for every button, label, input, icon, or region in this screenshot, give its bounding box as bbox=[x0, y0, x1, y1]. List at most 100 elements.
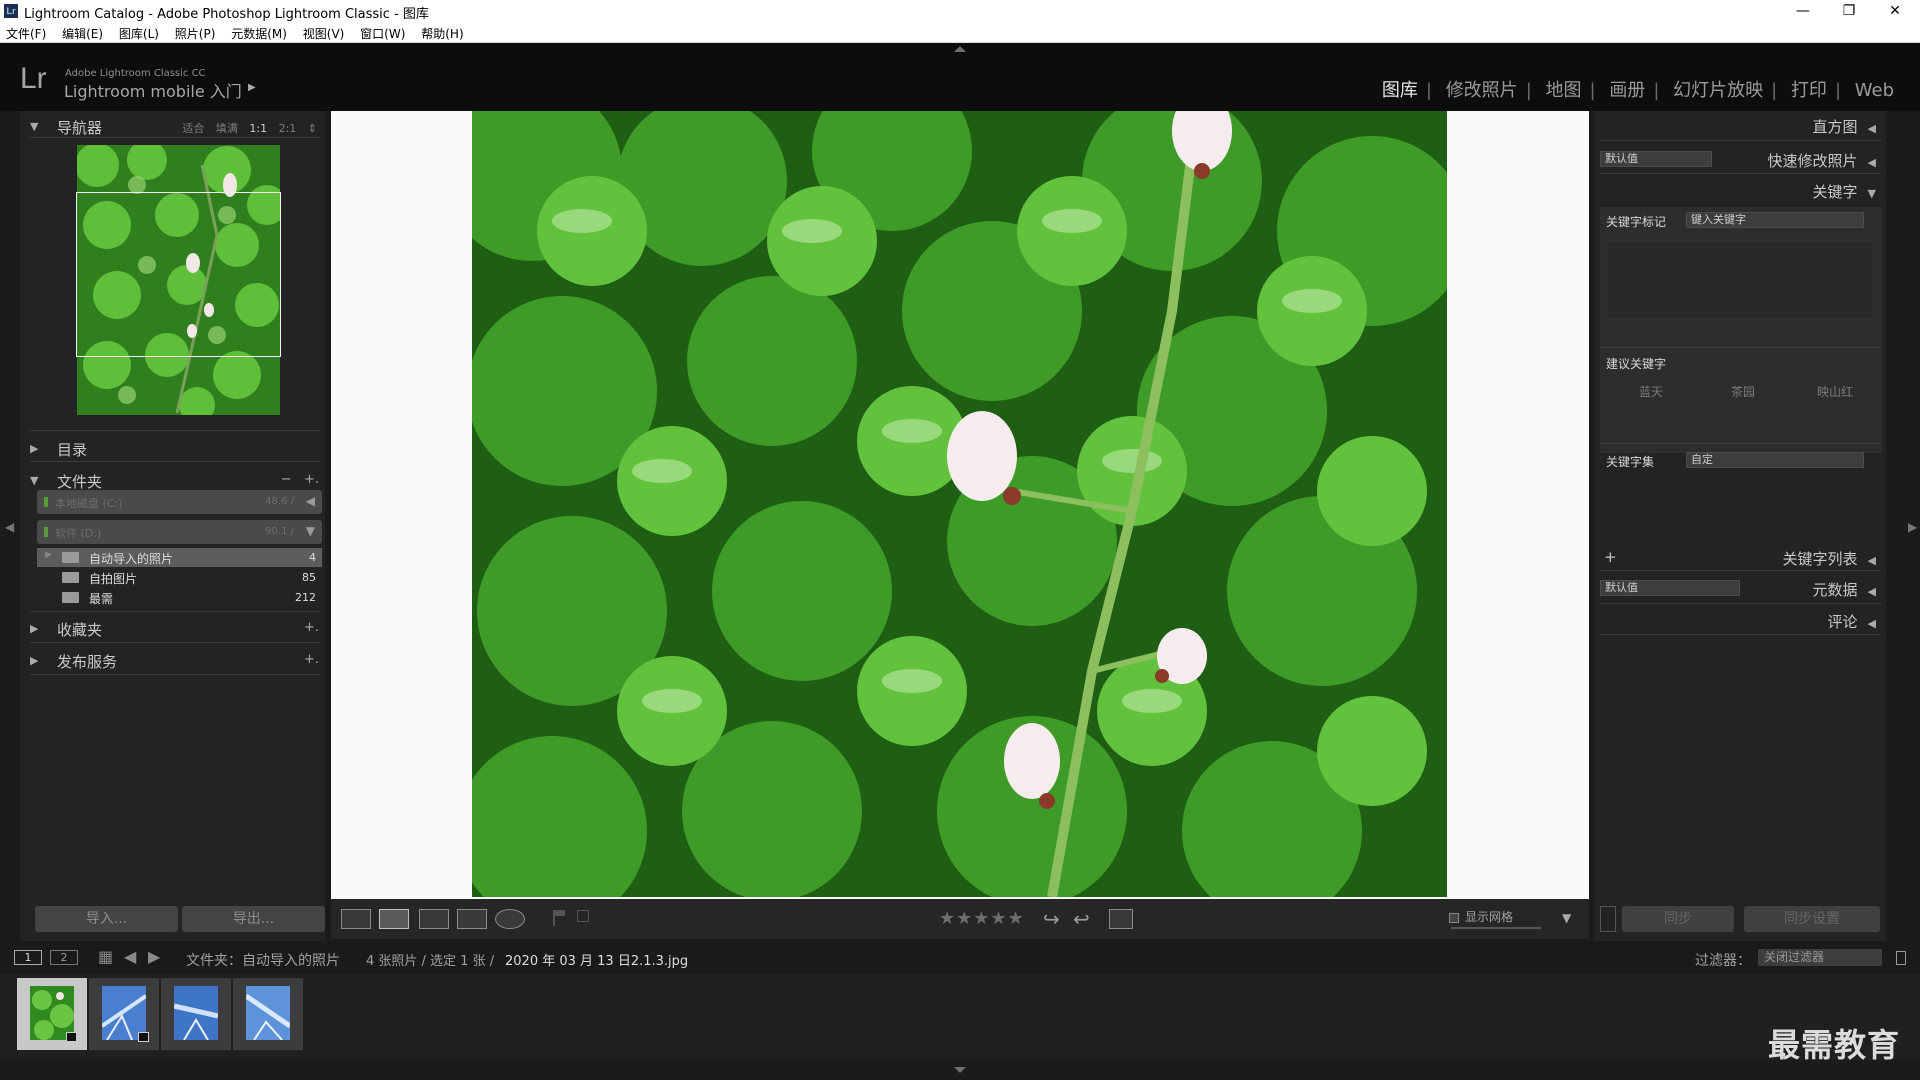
filmstrip bbox=[0, 974, 1920, 1073]
keyword-set-select[interactable]: 自定 bbox=[1686, 452, 1864, 468]
collapse-left-panel-icon[interactable]: ◀ bbox=[5, 520, 14, 534]
sync-button[interactable]: 同步 bbox=[1622, 906, 1734, 932]
comments-header[interactable]: 评论 ◀ bbox=[1828, 611, 1876, 632]
zoom-stepper-icon[interactable]: ⇕ bbox=[308, 122, 317, 135]
lightroom-mobile-link[interactable]: Lightroom mobile 入门 bbox=[64, 78, 242, 102]
quick-develop-preset-select[interactable]: 默认值 bbox=[1600, 151, 1712, 167]
module-slideshow[interactable]: 幻灯片放映 bbox=[1665, 80, 1771, 101]
module-web[interactable]: Web bbox=[1847, 80, 1902, 101]
zoom-fit[interactable]: 适合 bbox=[182, 122, 204, 135]
collapse-top-panel-icon[interactable] bbox=[954, 46, 966, 52]
menu-metadata[interactable]: 元数据(M) bbox=[225, 22, 293, 42]
module-develop[interactable]: 修改照片 bbox=[1438, 80, 1526, 101]
suggested-keyword[interactable]: 蓝天 bbox=[1606, 383, 1696, 400]
flag-icon[interactable] bbox=[553, 910, 565, 926]
filmstrip-thumbnail[interactable] bbox=[233, 978, 303, 1050]
filter-select[interactable]: 关闭过滤器 bbox=[1758, 949, 1882, 966]
folder-expand-icon[interactable]: ▶ bbox=[45, 550, 52, 560]
collections-header[interactable]: ▶ 收藏夹 +. bbox=[20, 615, 325, 643]
sync-settings-button[interactable]: 同步设置 bbox=[1744, 906, 1880, 932]
metadata-header[interactable]: 元数据 ◀ bbox=[1813, 579, 1876, 600]
secondary-window-button[interactable]: 2 bbox=[50, 950, 78, 965]
histogram-header[interactable]: 直方图 ◀ bbox=[1813, 116, 1876, 137]
folder-icon bbox=[62, 552, 79, 563]
menu-help[interactable]: 帮助(H) bbox=[415, 22, 469, 42]
forward-arrow-icon[interactable]: ▶ bbox=[148, 947, 160, 966]
window-titlebar: Lr Lightroom Catalog - Adobe Photoshop L… bbox=[0, 0, 1920, 22]
module-book[interactable]: 画册 bbox=[1601, 80, 1653, 101]
edited-badge-icon bbox=[138, 1032, 149, 1042]
auto-sync-toggle[interactable] bbox=[1600, 906, 1616, 932]
main-photo[interactable] bbox=[472, 111, 1447, 897]
folder-item[interactable]: ▶ 自动导入的照片 4 bbox=[37, 548, 322, 567]
survey-view-icon[interactable] bbox=[457, 909, 487, 929]
grid-slider[interactable] bbox=[1451, 927, 1541, 929]
zoom-fill[interactable]: 填满 bbox=[216, 122, 238, 135]
add-keyword-button[interactable]: + bbox=[1604, 548, 1617, 566]
rotate-right-icon[interactable]: ↩ bbox=[1073, 907, 1090, 931]
zoom-1-1[interactable]: 1:1 bbox=[249, 122, 267, 135]
folder-name: 自拍图片 bbox=[89, 572, 138, 586]
keyword-tags-select[interactable]: 键入关键字 bbox=[1686, 212, 1864, 228]
filter-lock-icon[interactable] bbox=[1896, 951, 1906, 965]
folder-item[interactable]: 自拍图片 85 bbox=[37, 568, 322, 587]
keyword-list-header[interactable]: 关键字列表 ◀ bbox=[1783, 548, 1876, 569]
play-arrow-icon[interactable]: ▶ bbox=[248, 82, 256, 93]
import-button[interactable]: 导入... bbox=[35, 906, 178, 932]
add-folder-button[interactable]: +. bbox=[304, 472, 319, 487]
menu-library[interactable]: 图库(L) bbox=[113, 22, 165, 42]
volume-c[interactable]: 本地磁盘 (C:) 48.6 / ◀ bbox=[37, 490, 322, 514]
grid-icon[interactable]: ▦ bbox=[98, 947, 113, 966]
menu-window[interactable]: 窗口(W) bbox=[354, 22, 411, 42]
reject-flag-icon[interactable] bbox=[577, 910, 589, 922]
loupe-view-icon[interactable] bbox=[379, 909, 409, 929]
volume-d[interactable]: 软件 (D:) 90.1 / ▼ bbox=[37, 520, 322, 544]
module-map[interactable]: 地图 bbox=[1538, 80, 1590, 101]
volume-toggle-icon[interactable]: ◀ bbox=[306, 494, 315, 508]
menu-photo[interactable]: 照片(P) bbox=[169, 22, 222, 42]
catalog-header[interactable]: ▶ 目录 bbox=[20, 435, 325, 463]
collapse-filmstrip-icon[interactable] bbox=[954, 1067, 966, 1073]
metadata-preset-select[interactable]: 默认值 bbox=[1600, 580, 1740, 596]
collapse-right-panel-icon[interactable]: ▶ bbox=[1908, 520, 1917, 534]
show-grid-toggle[interactable]: 显示网格 bbox=[1449, 908, 1513, 925]
remove-folder-button[interactable]: − bbox=[281, 472, 292, 487]
module-library[interactable]: 图库 bbox=[1374, 80, 1426, 101]
keywording-header[interactable]: 关键字 ▼ bbox=[1813, 181, 1876, 202]
grid-view-icon[interactable] bbox=[341, 909, 371, 929]
maximize-button[interactable]: ❐ bbox=[1826, 0, 1872, 22]
filmstrip-thumbnail[interactable] bbox=[161, 978, 231, 1050]
export-button[interactable]: 导出... bbox=[182, 906, 325, 932]
menu-edit[interactable]: 编辑(E) bbox=[56, 22, 109, 42]
publish-services-header[interactable]: ▶ 发布服务 +. bbox=[20, 647, 325, 675]
star-rating[interactable]: ★★★★★ bbox=[939, 908, 1025, 929]
suggested-keyword[interactable]: 映山红 bbox=[1790, 383, 1880, 400]
folder-item[interactable]: 最需 212 bbox=[37, 588, 322, 607]
keyword-tags-textarea[interactable] bbox=[1606, 241, 1874, 319]
minimize-button[interactable]: — bbox=[1780, 0, 1826, 22]
module-print[interactable]: 打印 bbox=[1783, 80, 1835, 101]
checkbox-icon[interactable] bbox=[1449, 912, 1459, 923]
volume-toggle-icon[interactable]: ▼ bbox=[306, 524, 315, 538]
navigator-zoom-rectangle[interactable] bbox=[76, 192, 281, 357]
close-button[interactable]: ✕ bbox=[1872, 0, 1918, 22]
menu-view[interactable]: 视图(V) bbox=[297, 22, 351, 42]
menu-file[interactable]: 文件(F) bbox=[0, 22, 52, 42]
selected-filename[interactable]: 2020 年 03 月 13 日2.1.3.jpg bbox=[505, 950, 688, 969]
expand-triangle-icon: ▼ bbox=[1867, 187, 1876, 200]
toolbar-menu-chevron-icon[interactable]: ▼ bbox=[1562, 911, 1571, 925]
compare-view-icon[interactable] bbox=[419, 909, 449, 929]
rotate-left-icon[interactable]: ↪ bbox=[1043, 907, 1060, 931]
filmstrip-thumbnail[interactable] bbox=[89, 978, 159, 1050]
people-view-icon[interactable] bbox=[495, 909, 525, 929]
suggested-keyword[interactable]: 茶园 bbox=[1698, 383, 1788, 400]
zoom-2-1[interactable]: 2:1 bbox=[279, 122, 297, 135]
source-path[interactable]: 文件夹：自动导入的照片 bbox=[186, 950, 340, 970]
quick-develop-header[interactable]: 快速修改照片 ◀ bbox=[1768, 150, 1876, 171]
back-arrow-icon[interactable]: ◀ bbox=[124, 947, 136, 966]
primary-window-button[interactable]: 1 bbox=[14, 950, 42, 965]
filmstrip-thumbnail[interactable] bbox=[17, 978, 87, 1050]
add-publish-service-button[interactable]: +. bbox=[304, 652, 319, 667]
add-collection-button[interactable]: +. bbox=[304, 620, 319, 635]
crop-overlay-icon[interactable] bbox=[1109, 909, 1133, 929]
